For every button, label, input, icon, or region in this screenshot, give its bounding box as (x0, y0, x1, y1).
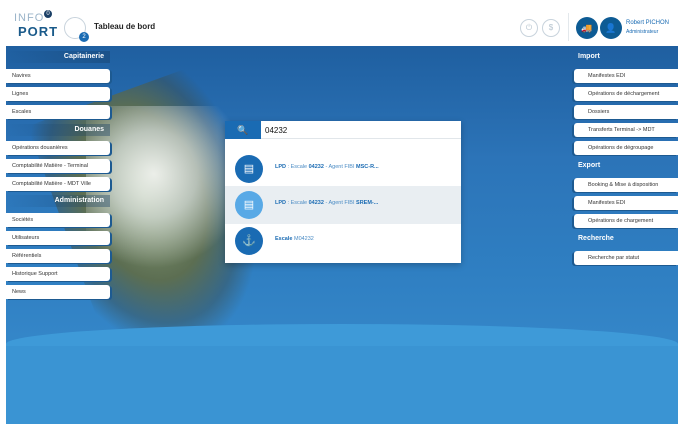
logo-text-info: INFO (14, 12, 45, 24)
divider (568, 13, 569, 41)
section-title-capitainerie: Capitainerie (6, 51, 110, 63)
result-prefix: Escale (275, 236, 293, 242)
menu-item-transferts-terminal-mdt[interactable]: Transferts Terminal -> MDT (574, 123, 678, 137)
result-mid: : Escale (286, 200, 309, 206)
currency-icon[interactable]: $ (542, 19, 560, 37)
result-rest: - Agent FIBI (323, 200, 357, 206)
search-bar: 🔍 (225, 121, 461, 139)
menu-export-items: Booking & Mise à disposition Manifestes … (574, 178, 678, 232)
menu-item-lignes[interactable]: Lignes (6, 87, 110, 101)
result-tail: SREM-... (356, 200, 379, 206)
top-bar: INFO PORT 0 2 Tableau de bord ⏻ $ 🚚 👤 Ro… (6, 8, 678, 46)
section-title-export: Export (578, 162, 601, 169)
search-result-1[interactable]: ▤ LPD : Escale 04232 - Agent FIBI MSC-R.… (225, 150, 461, 188)
logo-text-port: PORT (18, 24, 59, 39)
menu-douanes-items: Opérations douanières Comptabilité Matiè… (6, 141, 110, 195)
menu-import-items: Manifestes EDI Opérations de déchargemen… (574, 69, 678, 159)
power-icon[interactable]: ⏻ (520, 19, 538, 37)
search-result-2[interactable]: ▤ LPD : Escale 04232 - Agent FIBI SREM-.… (225, 186, 461, 224)
menu-item-booking-mise-disposition[interactable]: Booking & Mise à disposition (574, 178, 678, 192)
menu-item-manifestes-edi-import[interactable]: Manifestes EDI (574, 69, 678, 83)
menu-item-manifestes-edi-export[interactable]: Manifestes EDI (574, 196, 678, 210)
search-result-text: Escale M04232 (275, 236, 314, 242)
result-prefix: LPD (275, 200, 286, 206)
menu-administration: Administration (6, 195, 110, 207)
result-prefix: LPD (275, 164, 286, 170)
result-code: 04232 (308, 200, 324, 206)
menu-item-societes[interactable]: Sociétés (6, 213, 110, 227)
result-code: 04232 (298, 236, 314, 242)
search-result-text: LPD : Escale 04232 - Agent FIBI MSC-R... (275, 164, 379, 170)
menu-item-navires[interactable]: Navires (6, 69, 110, 83)
menu-item-dossiers[interactable]: Dossiers (574, 105, 678, 119)
truck-icon[interactable]: 🚚 (576, 17, 598, 39)
result-code: 04232 (308, 164, 324, 170)
menu-recherche: Recherche (574, 233, 678, 245)
page-title: Tableau de bord (94, 22, 156, 31)
user-group-icon[interactable]: 👤 (600, 17, 622, 39)
document-icon: ▤ (235, 155, 263, 183)
menu-item-operations-chargement[interactable]: Opérations de chargement (574, 214, 678, 228)
menu-capitainerie-items: Navires Lignes Escales (6, 69, 110, 123)
menu-item-referentiels[interactable]: Référentiels (6, 249, 110, 263)
logo-badge: 0 (44, 10, 52, 18)
menu-administration-items: Sociétés Utilisateurs Référentiels Histo… (6, 213, 110, 303)
search-input[interactable] (265, 124, 455, 136)
document-icon: ▤ (235, 191, 263, 219)
menu-export: Export (574, 160, 678, 172)
menu-item-escales[interactable]: Escales (6, 105, 110, 119)
menu-item-operations-dechargement[interactable]: Opérations de déchargement (574, 87, 678, 101)
section-title-administration: Administration (6, 195, 110, 207)
menu-item-operations-douanieres[interactable]: Opérations douanières (6, 141, 110, 155)
menu-item-comptabilite-mdt-ville[interactable]: Comptabilité Matière - MDT Ville (6, 177, 110, 191)
menu-douanes: Douanes (6, 124, 110, 136)
infoport-logo[interactable]: INFO PORT 0 (14, 10, 59, 42)
menu-item-utilisateurs[interactable]: Utilisateurs (6, 231, 110, 245)
menu-item-news[interactable]: News (6, 285, 110, 299)
search-icon[interactable]: 🔍 (225, 121, 261, 139)
menu-capitainerie: Capitainerie (6, 51, 110, 63)
section-title-recherche: Recherche (578, 235, 614, 242)
menu-item-comptabilite-terminal[interactable]: Comptabilité Matière - Terminal (6, 159, 110, 173)
search-result-3[interactable]: ⚓ Escale M04232 (225, 222, 461, 260)
section-title-import: Import (578, 53, 600, 60)
menu-item-operations-degroupage[interactable]: Opérations de dégroupage (574, 141, 678, 155)
menu-recherche-items: Recherche par statut (574, 251, 678, 269)
user-name[interactable]: Robert PICHON (626, 20, 669, 26)
section-title-douanes: Douanes (6, 124, 110, 136)
search-panel: 🔍 ▤ LPD : Escale 04232 - Agent FIBI MSC-… (225, 121, 461, 263)
result-mid: : Escale (286, 164, 309, 170)
menu-item-historique-support[interactable]: Historique Support (6, 267, 110, 281)
home-icon[interactable]: 2 (64, 17, 89, 42)
result-tail: MSC-R... (356, 164, 379, 170)
user-role: Administrateur (626, 29, 659, 35)
bottom-area (6, 346, 678, 424)
anchor-icon: ⚓ (235, 227, 263, 255)
result-rest: - Agent FIBI (323, 164, 357, 170)
menu-import: Import (574, 51, 678, 63)
home-badge: 2 (79, 32, 89, 42)
menu-item-recherche-par-statut[interactable]: Recherche par statut (574, 251, 678, 265)
search-result-text: LPD : Escale 04232 - Agent FIBI SREM-... (275, 200, 378, 206)
